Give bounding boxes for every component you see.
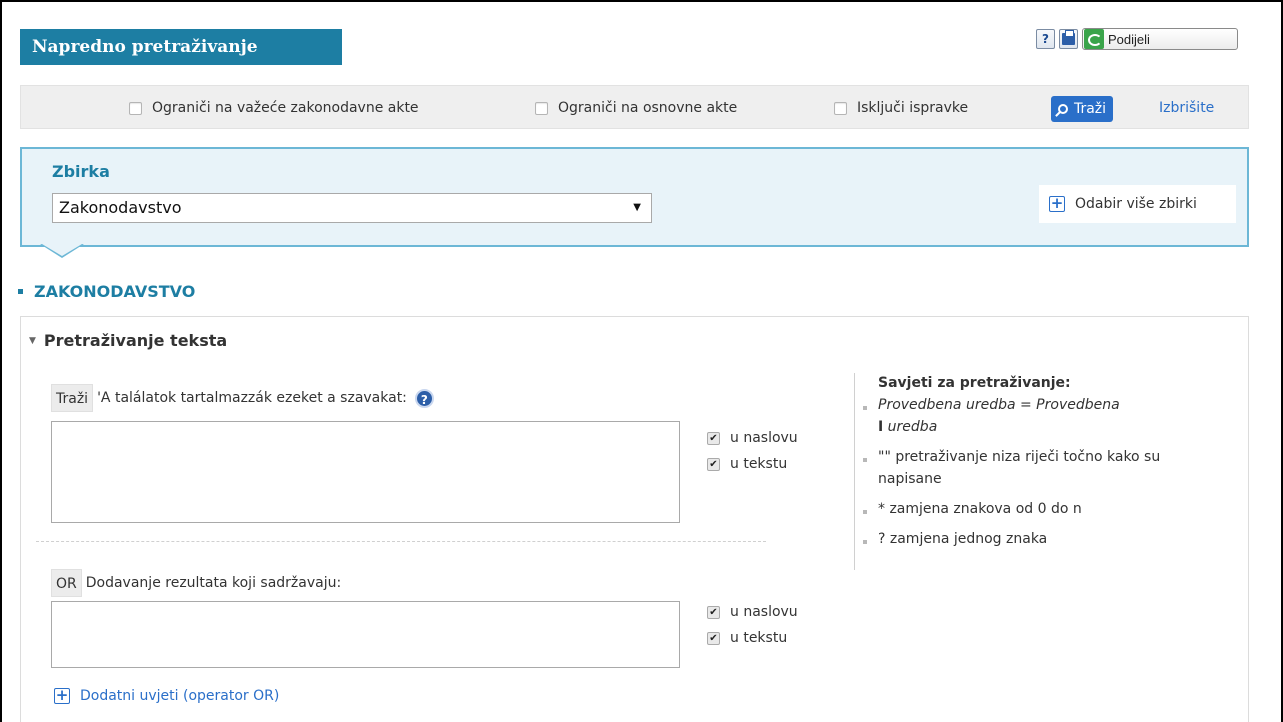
in-title-label: u naslovu	[730, 430, 798, 446]
search-button[interactable]: Traži	[1051, 96, 1113, 122]
print-icon[interactable]	[1059, 29, 1078, 49]
tips-title-text: Savjeti za pretraživanje	[878, 375, 1066, 391]
collection-label: Zbirka	[52, 162, 110, 181]
dropdown-arrow-icon: ▼	[633, 202, 641, 213]
filter-basic-acts[interactable]: Ograniči na osnovne akte	[535, 86, 737, 130]
add-conditions-label: Dodatni uvjeti (operator OR)	[80, 688, 280, 704]
or-checkbox-in-text[interactable]: ✔	[707, 631, 720, 645]
checkbox-in-text[interactable]: ✔	[707, 457, 720, 471]
toolbar: ? Podijeli	[1036, 28, 1238, 50]
more-collections-label: Odabir više zbirki	[1075, 196, 1197, 212]
tip-item: "" pretraživanje niza riječi točno kako …	[863, 446, 1194, 490]
or-in-title-label: u naslovu	[730, 604, 798, 620]
search-prompt: 'A találatok tartalmazzák ezeket a szava…	[97, 390, 407, 406]
divider	[36, 541, 766, 542]
add-conditions-link[interactable]: + Dodatni uvjeti (operator OR)	[51, 688, 279, 704]
or-option-in-title[interactable]: ✔ u naslovu	[707, 599, 798, 625]
collection-select-value: Zakonodavstvo	[59, 198, 182, 217]
search-icon	[1057, 104, 1068, 114]
search-tips: Savjeti za pretraživanje: Provedbena ure…	[854, 373, 1194, 570]
search-scope-options: ✔ u naslovu ✔ u tekstu	[707, 425, 798, 477]
help-circle-icon[interactable]: ?	[414, 388, 434, 408]
plus-icon: +	[1049, 194, 1065, 212]
checkbox-in-title[interactable]: ✔	[707, 431, 720, 445]
help-icon[interactable]: ?	[1036, 29, 1055, 49]
tip-1-text-a: Provedbena uredba = Provedbena	[878, 397, 1120, 413]
help-icon-label: ?	[1042, 32, 1049, 46]
tips-title-colon: :	[1065, 375, 1071, 391]
or-scope-options: ✔ u naslovu ✔ u tekstu	[707, 599, 798, 651]
clear-link[interactable]: Izbrišite	[1159, 86, 1214, 130]
checkbox-basic-acts[interactable]	[535, 101, 548, 115]
text-search-heading: Pretraživanje teksta	[43, 331, 228, 350]
printer-glyph	[1062, 30, 1075, 45]
section-heading: ZAKONODAVSTVO	[18, 282, 195, 301]
or-option-in-text[interactable]: ✔ u tekstu	[707, 625, 798, 651]
tips-title: Savjeti za pretraživanje:	[878, 375, 1194, 391]
tip-1-mark: I	[878, 419, 884, 435]
share-label: Podijeli	[1108, 31, 1150, 47]
checkbox-exclude-corrections[interactable]	[834, 101, 847, 115]
text-search-toggle[interactable]: ▼ Pretraživanje teksta	[29, 331, 227, 350]
share-icon	[1084, 29, 1104, 49]
text-search-panel: ▼ Pretraživanje teksta Traži 'A találato…	[20, 316, 1249, 722]
plus-icon: +	[54, 686, 70, 704]
more-collections-button[interactable]: + Odabir više zbirki	[1039, 185, 1236, 223]
or-prompt: Dodavanje rezultata koji sadržavaju:	[85, 575, 342, 591]
bullet-square-icon	[18, 289, 23, 294]
search-textarea[interactable]	[51, 421, 680, 523]
search-operator-tag: Traži	[51, 384, 94, 412]
tip-item: Provedbena uredba = Provedbena I uredba	[863, 394, 1194, 438]
filter-exclude-corrections[interactable]: Isključi ispravke	[834, 86, 968, 130]
or-in-text-label: u tekstu	[730, 630, 788, 646]
page-title: Napredno pretraživanje	[20, 29, 342, 65]
filter-valid-acts[interactable]: Ograniči na važeće zakonodavne akte	[129, 86, 419, 130]
option-in-title[interactable]: ✔ u naslovu	[707, 425, 798, 451]
search-row: Traži 'A találatok tartalmazzák ezeket a…	[51, 384, 434, 412]
or-checkbox-in-title[interactable]: ✔	[707, 605, 720, 619]
tip-item: * zamjena znakova od 0 do n	[863, 498, 1194, 520]
collection-select[interactable]: Zakonodavstvo ▼	[52, 193, 652, 223]
collection-box: Zbirka Zakonodavstvo ▼ + Odabir više zbi…	[20, 147, 1249, 247]
in-text-label: u tekstu	[730, 456, 788, 472]
filter-exclude-corrections-label: Isključi ispravke	[857, 100, 969, 116]
or-operator-tag: OR	[51, 569, 82, 597]
tip-1-text-b: uredba	[887, 419, 938, 435]
tip-item: ? zamjena jednog znaka	[863, 528, 1194, 550]
filter-basic-acts-label: Ograniči na osnovne akte	[558, 100, 738, 116]
filter-valid-acts-label: Ograniči na važeće zakonodavne akte	[152, 100, 419, 116]
search-button-label: Traži	[1073, 101, 1107, 117]
or-textarea[interactable]	[51, 601, 680, 668]
share-button[interactable]: Podijeli	[1082, 28, 1238, 50]
collapse-triangle-icon: ▼	[29, 335, 36, 346]
option-in-text[interactable]: ✔ u tekstu	[707, 451, 798, 477]
filter-bar: Ograniči na važeće zakonodavne akte Ogra…	[20, 85, 1249, 129]
section-title: ZAKONODAVSTVO	[34, 282, 196, 301]
or-row: OR Dodavanje rezultata koji sadržavaju:	[51, 569, 341, 597]
checkbox-valid-acts[interactable]	[129, 101, 142, 115]
collection-notch-inner	[42, 244, 82, 256]
